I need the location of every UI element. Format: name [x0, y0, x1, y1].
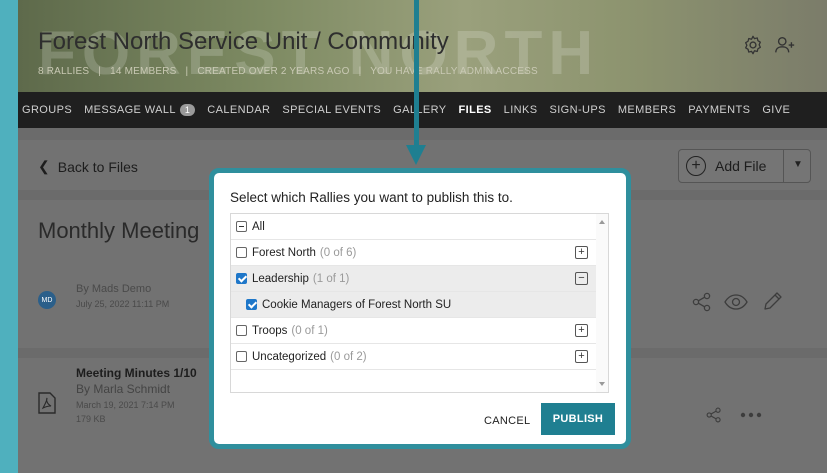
tab-calendar[interactable]: CALENDAR — [207, 104, 270, 116]
dialog-title: Select which Rallies you want to publish… — [230, 190, 513, 205]
rally-label: Forest North — [252, 246, 316, 259]
collapse-icon[interactable]: − — [575, 272, 588, 285]
gear-icon[interactable] — [742, 34, 764, 56]
add-file-button[interactable]: + Add File ▼ — [678, 149, 811, 183]
rally-count: (0 of 1) — [291, 324, 328, 337]
rally-label: Troops — [252, 324, 288, 337]
tab-give[interactable]: GIVE — [762, 104, 790, 116]
callout-arrow-head — [406, 145, 426, 165]
tab-groups[interactable]: GROUPS — [22, 104, 72, 116]
tab-label: FILES — [458, 104, 492, 116]
rally-row-troops[interactable]: Troops (0 of 1) + — [231, 318, 597, 344]
checkbox-checked[interactable] — [246, 299, 257, 310]
rally-row-leadership[interactable]: Leadership (1 of 1) − — [231, 266, 597, 292]
admin-access-info: YOU HAVE RALLY ADMIN ACCESS — [370, 66, 538, 77]
tab-label: MESSAGE WALL — [84, 104, 176, 116]
callout-arrow-shaft — [414, 0, 419, 148]
tab-sign-ups[interactable]: SIGN-UPS — [549, 104, 605, 116]
tab-files[interactable]: FILES — [459, 104, 492, 116]
rally-row-forest-north[interactable]: Forest North (0 of 6) + — [231, 240, 597, 266]
rally-count: (0 of 2) — [330, 350, 367, 363]
tab-message-wall[interactable]: MESSAGE WALL 1 — [84, 104, 196, 116]
rally-count: (1 of 1) — [312, 272, 350, 285]
tab-payments[interactable]: PAYMENTS — [688, 104, 750, 116]
chevron-left-icon: ❮ — [38, 158, 50, 174]
rally-list: All Forest North (0 of 6) + Leadership (… — [230, 213, 609, 393]
tab-gallery[interactable]: GALLERY — [393, 104, 446, 116]
meta-separator: | — [98, 66, 102, 77]
checkbox[interactable] — [236, 351, 247, 362]
tab-label: CALENDAR — [207, 104, 271, 116]
rally-label: Uncategorized — [252, 350, 327, 363]
rally-count: (0 of 6) — [319, 246, 357, 259]
expand-icon[interactable]: + — [575, 246, 588, 259]
rally-row-uncategorized[interactable]: Uncategorized (0 of 2) + — [231, 344, 597, 370]
tab-members[interactable]: MEMBERS — [618, 104, 676, 116]
rally-label: Cookie Managers of Forest North SU — [262, 298, 452, 311]
rally-label: Leadership — [252, 272, 309, 285]
community-header: FOREST NORTH Forest North Service Unit /… — [18, 0, 827, 92]
header-meta: 8 RALLIES | 14 MEMBERS | CREATED OVER 2 … — [38, 66, 544, 77]
pencil-icon[interactable] — [762, 290, 784, 312]
publish-dialog: Select which Rallies you want to publish… — [209, 168, 631, 449]
list-scrollbar[interactable] — [596, 214, 608, 392]
scroll-down-icon[interactable] — [599, 382, 605, 386]
post-title: Monthly Meeting — [38, 218, 200, 243]
cancel-button[interactable]: CANCEL — [484, 415, 530, 427]
checkbox-checked[interactable] — [236, 273, 247, 284]
rallies-count: 8 RALLIES — [38, 66, 90, 77]
scroll-up-icon[interactable] — [599, 220, 605, 224]
file-title[interactable]: Meeting Minutes 1/10 — [76, 366, 197, 380]
button-divider — [783, 150, 784, 182]
add-file-label: Add File — [715, 158, 767, 174]
tab-label: PAYMENTS — [688, 104, 751, 116]
expand-icon[interactable]: + — [575, 350, 588, 363]
tab-label: GIVE — [762, 104, 791, 116]
share-icon[interactable] — [706, 407, 722, 423]
checkbox[interactable] — [236, 325, 247, 336]
avatar: MD — [38, 291, 56, 309]
add-member-icon[interactable] — [774, 34, 796, 56]
checkbox-partial[interactable] — [236, 221, 247, 232]
tab-label: SPECIAL EVENTS — [282, 104, 382, 116]
checkbox[interactable] — [236, 247, 247, 258]
post-author: By Mads Demo — [76, 283, 152, 295]
plus-circle-icon: + — [686, 156, 706, 176]
members-count: 14 MEMBERS — [110, 66, 177, 77]
eye-icon[interactable] — [724, 292, 748, 312]
caret-down-icon[interactable]: ▼ — [793, 159, 803, 170]
tab-special-events[interactable]: SPECIAL EVENTS — [282, 104, 381, 116]
meta-separator: | — [358, 66, 362, 77]
tab-label: GROUPS — [22, 104, 73, 116]
expand-icon[interactable]: + — [575, 324, 588, 337]
rally-row-cookie-managers[interactable]: Cookie Managers of Forest North SU — [231, 292, 597, 318]
file-author: By Marla Schmidt — [76, 382, 171, 396]
rally-row-all[interactable]: All — [231, 214, 597, 240]
back-to-files-link[interactable]: ❮ Back to Files — [38, 158, 138, 175]
tab-label: GALLERY — [393, 104, 447, 116]
share-icon[interactable] — [692, 292, 712, 312]
pdf-file-icon — [38, 392, 56, 414]
page-title: Forest North Service Unit / Community — [38, 28, 449, 55]
meta-separator: | — [185, 66, 189, 77]
more-options-icon[interactable] — [740, 411, 762, 419]
publish-button[interactable]: PUBLISH — [541, 403, 615, 435]
created-info: CREATED OVER 2 YEARS AGO — [197, 66, 350, 77]
file-date: March 19, 2021 7:14 PM — [76, 400, 175, 410]
back-label: Back to Files — [57, 158, 138, 175]
rally-label: All — [252, 220, 265, 233]
file-size: 179 KB — [76, 414, 106, 424]
tab-label: MEMBERS — [617, 104, 677, 116]
unread-badge: 1 — [179, 104, 196, 116]
post-date: July 25, 2022 11:11 PM — [76, 299, 170, 309]
tab-label: LINKS — [503, 104, 538, 116]
tab-label: SIGN-UPS — [549, 104, 606, 116]
section-nav: GROUPS MESSAGE WALL 1 CALENDAR SPECIAL EV… — [18, 92, 827, 128]
tab-links[interactable]: LINKS — [504, 104, 538, 116]
